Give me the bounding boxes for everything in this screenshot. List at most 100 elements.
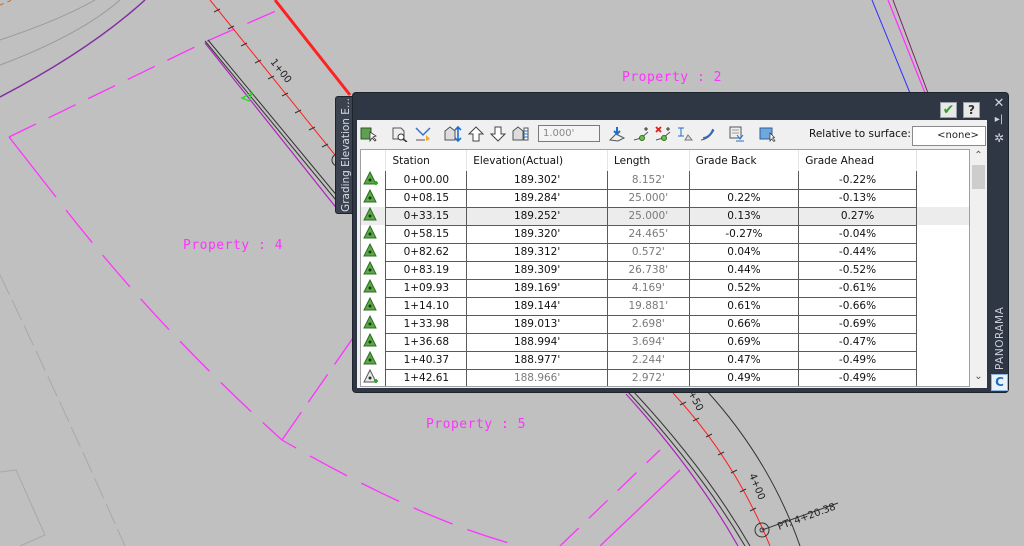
zoom-to-button[interactable] xyxy=(390,124,410,144)
station-cell[interactable]: 1+40.37 xyxy=(385,351,468,370)
length-cell[interactable]: 2.244' xyxy=(607,351,690,370)
ok-button[interactable]: ✔ xyxy=(940,102,957,118)
scroll-thumb[interactable] xyxy=(972,165,985,189)
column-header-icon[interactable] xyxy=(361,150,387,171)
grade-back-cell[interactable]: 0.66% xyxy=(689,315,800,334)
palette-titlebar[interactable]: ✔ ? xyxy=(353,93,1008,121)
grid-row[interactable]: 1+09.93 189.169' 4.169' 0.52% -0.61% xyxy=(361,278,969,298)
grade-back-cell[interactable]: 0.69% xyxy=(689,333,800,352)
lower-button[interactable] xyxy=(488,124,508,144)
row-type-cell[interactable] xyxy=(361,368,387,386)
elevation-cell[interactable]: 189.320' xyxy=(466,225,608,244)
scroll-up-icon[interactable]: ⌃ xyxy=(971,150,986,161)
scroll-down-icon[interactable]: ⌄ xyxy=(971,371,986,382)
grade-ahead-cell[interactable]: -0.13% xyxy=(798,189,917,208)
grade-back-cell[interactable]: 0.44% xyxy=(689,261,800,280)
grade-back-cell[interactable]: 0.61% xyxy=(689,297,800,316)
station-cell[interactable]: 0+82.62 xyxy=(385,243,468,262)
length-cell[interactable]: 25.000' xyxy=(607,207,690,226)
grade-back-cell[interactable]: 0.52% xyxy=(689,279,800,298)
grade-ahead-cell[interactable]: -0.44% xyxy=(798,243,917,262)
row-type-cell[interactable] xyxy=(361,170,387,189)
grid-row[interactable]: 0+00.00 189.302' 8.152' -0.22% xyxy=(361,170,969,190)
row-type-cell[interactable] xyxy=(361,206,387,225)
select-row-button[interactable] xyxy=(757,124,777,144)
elevation-from-surface-button[interactable] xyxy=(607,124,627,144)
station-cell[interactable]: 1+33.98 xyxy=(385,315,468,334)
grid-row[interactable]: 0+08.15 189.284' 25.000' 0.22% -0.13% xyxy=(361,188,969,208)
grid-row[interactable]: 0+33.15 189.252' 25.000' 0.13% 0.27% xyxy=(361,206,969,226)
elevation-cell[interactable]: 188.966' xyxy=(466,369,608,386)
quick-elevation-edit-button[interactable] xyxy=(413,124,433,144)
length-cell[interactable]: 26.738' xyxy=(607,261,690,280)
grade-ahead-cell[interactable]: -0.49% xyxy=(798,369,917,386)
length-cell[interactable]: 2.698' xyxy=(607,315,690,334)
grade-ahead-cell[interactable]: -0.04% xyxy=(798,225,917,244)
panorama-tab[interactable]: PANORAMA xyxy=(990,300,1010,372)
elevation-cell[interactable]: 189.312' xyxy=(466,243,608,262)
select-feature-button[interactable] xyxy=(359,124,379,144)
grade-back-cell[interactable] xyxy=(689,171,800,190)
grid-row[interactable]: 1+33.98 189.013' 2.698' 0.66% -0.69% xyxy=(361,314,969,334)
insert-pi-button[interactable] xyxy=(631,124,651,144)
station-cell[interactable]: 1+36.68 xyxy=(385,333,468,352)
row-type-cell[interactable] xyxy=(361,314,387,333)
grade-back-cell[interactable]: 0.04% xyxy=(689,243,800,262)
length-cell[interactable]: 0.572' xyxy=(607,243,690,262)
elevation-cell[interactable]: 189.013' xyxy=(466,315,608,334)
column-header-grade-back[interactable]: Grade Back xyxy=(689,150,800,171)
grade-ahead-cell[interactable]: -0.22% xyxy=(798,171,917,190)
length-cell[interactable]: 8.152' xyxy=(607,171,690,190)
grade-ahead-cell[interactable]: -0.52% xyxy=(798,261,917,280)
grade-ahead-cell[interactable]: -0.47% xyxy=(798,333,917,352)
station-cell[interactable]: 0+83.19 xyxy=(385,261,468,280)
grade-ahead-cell[interactable]: -0.49% xyxy=(798,351,917,370)
grade-ahead-cell[interactable]: -0.66% xyxy=(798,297,917,316)
station-cell[interactable]: 1+42.61 xyxy=(385,369,468,386)
grade-back-cell[interactable]: 0.47% xyxy=(689,351,800,370)
station-cell[interactable]: 0+33.15 xyxy=(385,207,468,226)
station-cell[interactable]: 1+14.10 xyxy=(385,297,468,316)
increment-input[interactable] xyxy=(538,125,600,142)
raise-button[interactable] xyxy=(466,124,486,144)
elevation-cell[interactable]: 189.309' xyxy=(466,261,608,280)
row-type-cell[interactable] xyxy=(361,224,387,243)
close-icon[interactable]: ✕ xyxy=(988,96,1010,111)
grade-back-cell[interactable]: 0.13% xyxy=(689,207,800,226)
station-cell[interactable]: 0+00.00 xyxy=(385,171,468,190)
row-type-cell[interactable] xyxy=(361,278,387,297)
grade-ahead-cell[interactable]: 0.27% xyxy=(798,207,917,226)
help-button[interactable]: ? xyxy=(963,102,980,118)
flatten-grade-button[interactable] xyxy=(727,124,747,144)
elevation-cell[interactable]: 188.977' xyxy=(466,351,608,370)
length-cell[interactable]: 19.881' xyxy=(607,297,690,316)
grid-row[interactable]: 0+83.19 189.309' 26.738' 0.44% -0.52% xyxy=(361,260,969,280)
length-cell[interactable]: 25.000' xyxy=(607,189,690,208)
grid-row[interactable]: 0+58.15 189.320' 24.465' -0.27% -0.04% xyxy=(361,224,969,244)
relative-to-surface-select[interactable]: <none> xyxy=(912,126,986,146)
grade-ahead-cell[interactable]: -0.61% xyxy=(798,279,917,298)
column-header-station[interactable]: Station xyxy=(385,150,468,171)
station-cell[interactable]: 0+08.15 xyxy=(385,189,468,208)
grid-row[interactable]: 1+42.61 188.966' 2.972' 0.49% -0.49% xyxy=(361,368,969,386)
column-header-elevation[interactable]: Elevation(Actual) xyxy=(466,150,608,171)
fillet-button[interactable] xyxy=(698,124,718,144)
row-type-cell[interactable] xyxy=(361,296,387,315)
row-type-cell[interactable] xyxy=(361,242,387,261)
grade-back-cell[interactable]: -0.27% xyxy=(689,225,800,244)
set-increment-button[interactable] xyxy=(511,124,531,144)
grid-row[interactable]: 1+40.37 188.977' 2.244' 0.47% -0.49% xyxy=(361,350,969,370)
column-header-length[interactable]: Length xyxy=(607,150,690,171)
length-cell[interactable]: 4.169' xyxy=(607,279,690,298)
length-cell[interactable]: 3.694' xyxy=(607,333,690,352)
raise-lower-button[interactable] xyxy=(443,124,463,144)
row-type-cell[interactable] xyxy=(361,260,387,279)
delete-pi-button[interactable] xyxy=(653,124,673,144)
auto-hide-icon[interactable]: ▸| xyxy=(988,114,1010,125)
row-type-cell[interactable] xyxy=(361,188,387,207)
properties-icon[interactable]: ✲ xyxy=(988,131,1010,145)
grid-row[interactable]: 1+14.10 189.144' 19.881' 0.61% -0.66% xyxy=(361,296,969,316)
length-cell[interactable]: 2.972' xyxy=(607,369,690,386)
length-cell[interactable]: 24.465' xyxy=(607,225,690,244)
grid-vertical-scrollbar[interactable]: ⌃ ⌄ xyxy=(971,149,986,387)
